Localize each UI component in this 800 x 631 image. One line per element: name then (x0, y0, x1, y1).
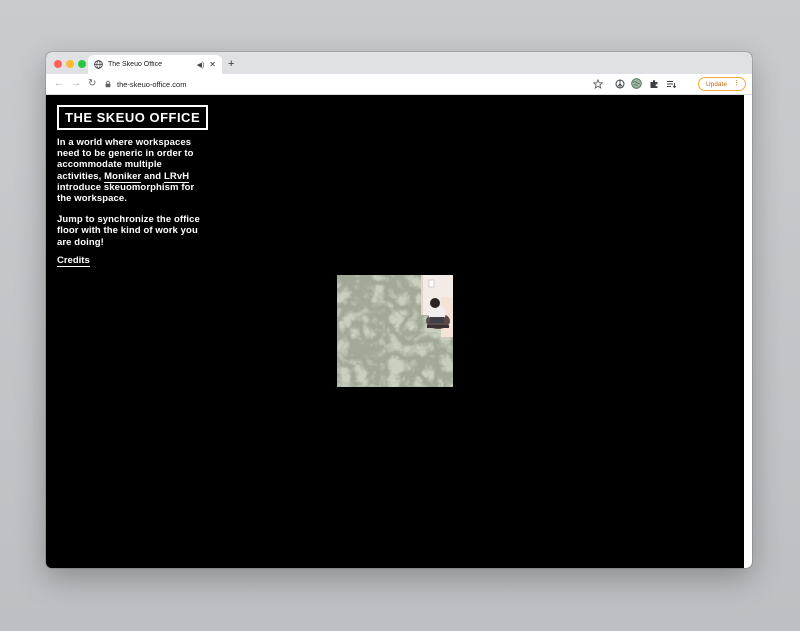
tab-strip: The Skeuo Office ◀) ✕ + (46, 52, 752, 74)
menu-dots-icon[interactable]: ⋮ (733, 80, 740, 88)
minimize-window-button[interactable] (66, 60, 74, 68)
url-text[interactable]: the-skeuo-office.com (117, 80, 186, 89)
reading-list-icon[interactable] (666, 78, 677, 89)
tab-the-skeuo-office[interactable]: The Skeuo Office ◀) ✕ (88, 55, 222, 74)
new-tab-button[interactable]: + (228, 57, 234, 71)
browser-toolbar: ← → ↻ the-skeuo-office.com Update ⋮ (46, 74, 752, 95)
lrvh-link[interactable]: LRvH (163, 170, 190, 183)
browser-window: The Skeuo Office ◀) ✕ + ← → ↻ the-skeuo-… (46, 52, 752, 568)
credits-link[interactable]: Credits (57, 255, 90, 267)
update-label: Update (706, 80, 727, 88)
extension-globe-icon[interactable] (631, 78, 642, 89)
office-floor-view[interactable] (337, 275, 453, 387)
bookmark-star-icon[interactable] (592, 78, 603, 89)
speaker-icon[interactable]: ◀) (197, 61, 205, 69)
page-scrollbar[interactable] (744, 95, 752, 568)
instruction-paragraph: Jump to synchronize the office floor wit… (57, 214, 200, 248)
address-bar[interactable]: the-skeuo-office.com (104, 77, 604, 91)
close-tab-icon[interactable]: ✕ (209, 60, 216, 69)
forward-button[interactable]: → (71, 78, 81, 90)
reload-button[interactable]: ↻ (88, 78, 96, 90)
extensions-puzzle-icon[interactable] (648, 78, 659, 89)
intro-text: In a world where workspaces need to be g… (57, 137, 207, 258)
moniker-link[interactable]: Moniker (104, 170, 142, 183)
intro-paragraph: In a world where workspaces need to be g… (57, 137, 207, 204)
globe-icon (94, 60, 103, 69)
close-window-button[interactable] (54, 60, 62, 68)
intro-and: and (141, 170, 164, 182)
site-logo[interactable]: THE SKEUO OFFICE (57, 105, 209, 130)
lock-icon[interactable] (104, 80, 112, 88)
marble-floor-image (337, 275, 453, 387)
page-viewport: THE SKEUO OFFICE In a world where worksp… (46, 95, 744, 568)
tab-title: The Skeuo Office (108, 61, 162, 68)
extension-peace-icon[interactable] (614, 78, 625, 89)
back-button[interactable]: ← (54, 78, 64, 90)
maximize-window-button[interactable] (78, 60, 86, 68)
intro-text-part2: introduce skeuomorphism for the workspac… (57, 181, 195, 205)
update-button[interactable]: Update ⋮ (698, 77, 746, 91)
